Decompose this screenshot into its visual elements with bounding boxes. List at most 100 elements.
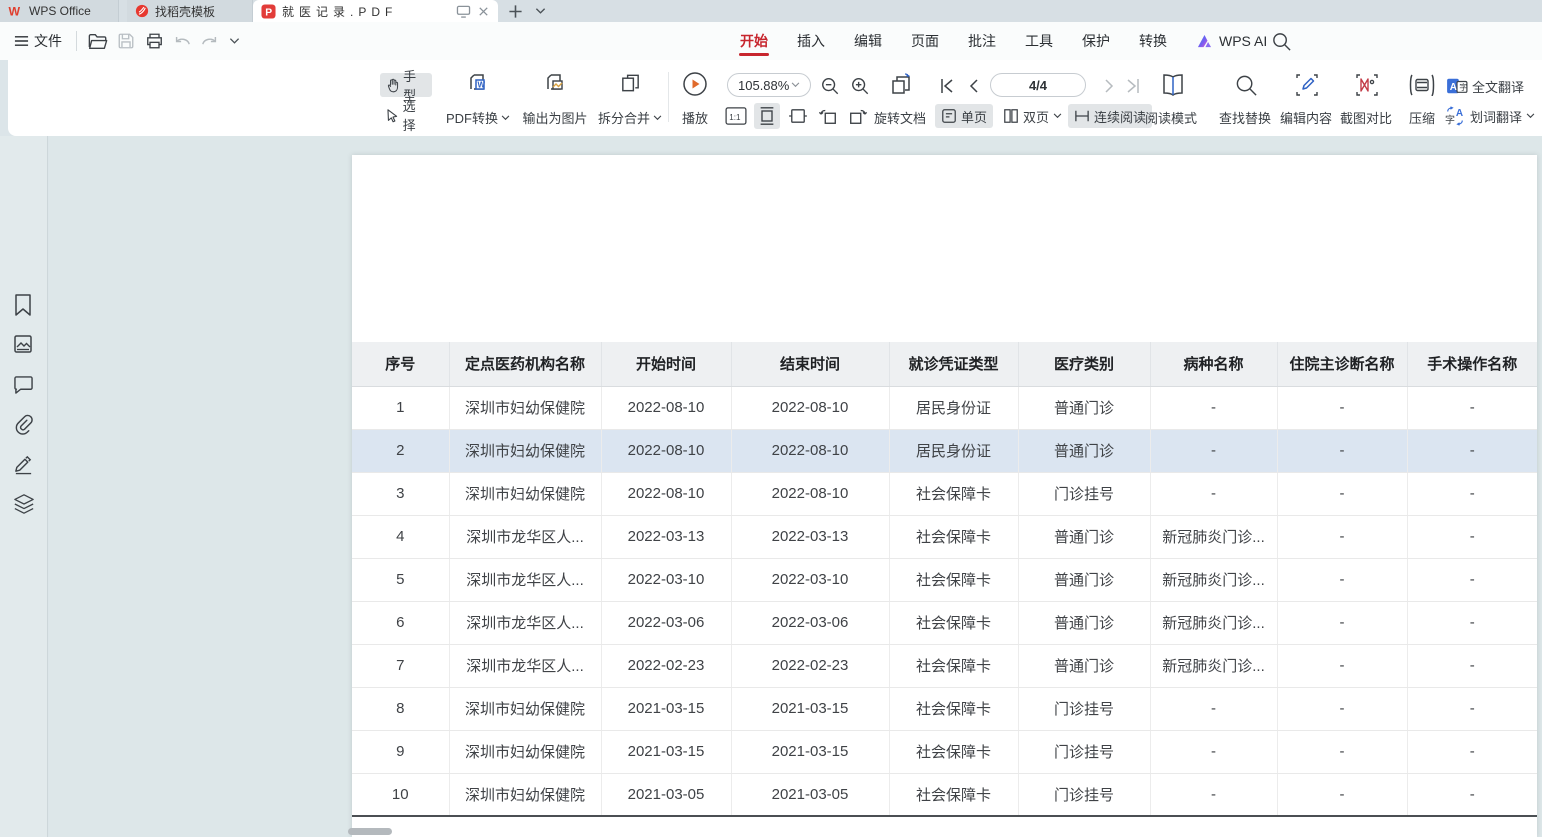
svg-text:W: W — [9, 4, 21, 18]
read-mode-label[interactable]: 阅读模式 — [1139, 108, 1203, 127]
zoom-in-button[interactable] — [848, 74, 872, 98]
thumbnail-panel-button[interactable] — [13, 334, 35, 356]
menu-item-home[interactable]: 开始 — [739, 22, 769, 60]
table-cell: - — [1150, 386, 1277, 429]
menu-item-insert[interactable]: 插入 — [796, 22, 826, 60]
close-icon[interactable] — [477, 5, 490, 18]
double-page-button[interactable]: 双页 — [997, 104, 1068, 128]
table-cell: - — [1407, 429, 1537, 472]
find-replace-button[interactable] — [1233, 72, 1259, 98]
split-merge-label: 拆分合并 — [598, 108, 650, 127]
first-page-button[interactable] — [938, 76, 956, 96]
export-image-icon — [543, 71, 567, 95]
tab-list-button[interactable] — [530, 1, 550, 21]
wps-ai-logo-icon — [1196, 34, 1213, 49]
tab-document-active[interactable]: P 就医记录.PDF — [253, 0, 498, 22]
full-translate-button[interactable]: A字 全文翻译 — [1446, 74, 1524, 98]
find-replace-label[interactable]: 查找替换 — [1213, 108, 1277, 127]
menu-item-annotate[interactable]: 批注 — [967, 22, 997, 60]
rotate-doc-label[interactable]: 旋转文档 — [874, 108, 926, 127]
word-translate-button[interactable]: 字A 划词翻译 — [1444, 104, 1535, 128]
split-merge-icon — [619, 71, 642, 95]
rotate-right-button[interactable] — [846, 105, 870, 127]
edit-content-label[interactable]: 编辑内容 — [1274, 108, 1338, 127]
file-menu-button[interactable]: 文件 — [8, 31, 68, 51]
undo-button[interactable] — [169, 28, 195, 54]
select-tool-button[interactable]: 选择 — [380, 103, 432, 127]
zoom-out-button[interactable] — [818, 74, 842, 98]
page-indicator: 4/4 — [1029, 78, 1047, 93]
divider — [76, 31, 77, 51]
attachment-panel-button[interactable] — [13, 414, 35, 436]
tab-wps-office[interactable]: W WPS Office — [0, 0, 119, 22]
layers-panel-button[interactable] — [13, 493, 35, 515]
table-cell: 4 — [352, 515, 449, 558]
table-cell: - — [1277, 687, 1407, 730]
next-page-button[interactable] — [1100, 76, 1118, 96]
display-icon[interactable] — [456, 5, 471, 18]
edit-content-icon — [1295, 73, 1319, 97]
bookmark-panel-button[interactable] — [13, 294, 35, 316]
new-tab-button[interactable] — [505, 1, 525, 21]
menu-item-convert[interactable]: 转换 — [1138, 22, 1168, 60]
single-page-label: 单页 — [961, 107, 987, 126]
table-row: 1深圳市妇幼保健院2022-08-102022-08-10居民身份证普通门诊--… — [352, 386, 1537, 429]
page-number-input[interactable]: 4/4 — [990, 73, 1086, 97]
save-icon — [117, 32, 135, 50]
swap-pages-button[interactable] — [886, 71, 916, 99]
table-cell: 社会保障卡 — [889, 601, 1018, 644]
menu-item-edit[interactable]: 编辑 — [853, 22, 883, 60]
prev-page-button[interactable] — [964, 76, 982, 96]
compress-label[interactable]: 压缩 — [1398, 108, 1446, 127]
print-button[interactable] — [141, 28, 167, 54]
tab-label: 就医记录.PDF — [282, 3, 397, 20]
quick-access-more-button[interactable] — [225, 28, 243, 54]
continuous-read-icon — [1074, 109, 1090, 123]
svg-text:W: W — [478, 81, 486, 90]
read-mode-button[interactable] — [1157, 71, 1189, 99]
menu-item-tools[interactable]: 工具 — [1024, 22, 1054, 60]
compress-button[interactable] — [1407, 72, 1437, 98]
comment-panel-button[interactable] — [13, 375, 35, 397]
book-icon — [1159, 73, 1187, 97]
split-merge-button[interactable]: 拆分合并 — [592, 69, 668, 127]
full-translate-label: 全文翻译 — [1472, 77, 1524, 96]
hand-tool-button[interactable]: 手型 — [380, 73, 432, 97]
last-page-button[interactable] — [1124, 76, 1142, 96]
fit-width-button[interactable] — [754, 103, 780, 129]
menu-item-protect[interactable]: 保护 — [1081, 22, 1111, 60]
table-cell: - — [1407, 472, 1537, 515]
table-cell: 门诊挂号 — [1018, 773, 1150, 816]
save-button[interactable] — [113, 28, 139, 54]
menu-search-button[interactable] — [1271, 31, 1293, 53]
comment-icon — [13, 375, 34, 394]
tab-docer-templates[interactable]: 找稻壳模板 — [127, 0, 253, 22]
table-row: 4深圳市龙华区人...2022-03-132022-03-13社会保障卡普通门诊… — [352, 515, 1537, 558]
fit-page-button[interactable] — [786, 105, 810, 127]
menu-item-page[interactable]: 页面 — [910, 22, 940, 60]
single-page-button[interactable]: 单页 — [935, 104, 993, 128]
horizontal-scrollbar-thumb[interactable] — [348, 828, 392, 835]
svg-text:1:1: 1:1 — [729, 113, 741, 122]
actual-size-button[interactable]: 1:1 — [724, 105, 748, 127]
wps-ai-button[interactable]: WPS AI — [1196, 22, 1267, 60]
play-button[interactable]: 播放 — [673, 69, 717, 127]
open-button[interactable] — [85, 28, 111, 54]
signature-panel-button[interactable] — [13, 454, 35, 476]
rotate-right-icon — [848, 106, 868, 126]
record-table-body: 1深圳市妇幼保健院2022-08-102022-08-10居民身份证普通门诊--… — [352, 386, 1537, 816]
pdf-convert-button[interactable]: W PDF转换 — [438, 69, 518, 127]
edit-content-button[interactable] — [1294, 72, 1320, 98]
table-cell: 7 — [352, 644, 449, 687]
zoom-level-select[interactable]: 105.88% — [727, 73, 811, 97]
export-image-button[interactable]: 输出为图片 — [516, 69, 594, 127]
chevron-down-icon — [791, 82, 800, 88]
table-cell: 门诊挂号 — [1018, 687, 1150, 730]
redo-button[interactable] — [197, 28, 223, 54]
screenshot-compare-label[interactable]: 截图对比 — [1334, 108, 1398, 127]
medical-records-table: 序号定点医药机构名称开始时间结束时间就诊凭证类型医疗类别病种名称住院主诊断名称手… — [352, 342, 1537, 817]
screenshot-compare-button[interactable] — [1354, 72, 1380, 98]
pdf-page[interactable]: 序号定点医药机构名称开始时间结束时间就诊凭证类型医疗类别病种名称住院主诊断名称手… — [352, 155, 1537, 837]
rotate-left-button[interactable] — [816, 105, 840, 127]
swap-pages-icon — [888, 72, 914, 98]
